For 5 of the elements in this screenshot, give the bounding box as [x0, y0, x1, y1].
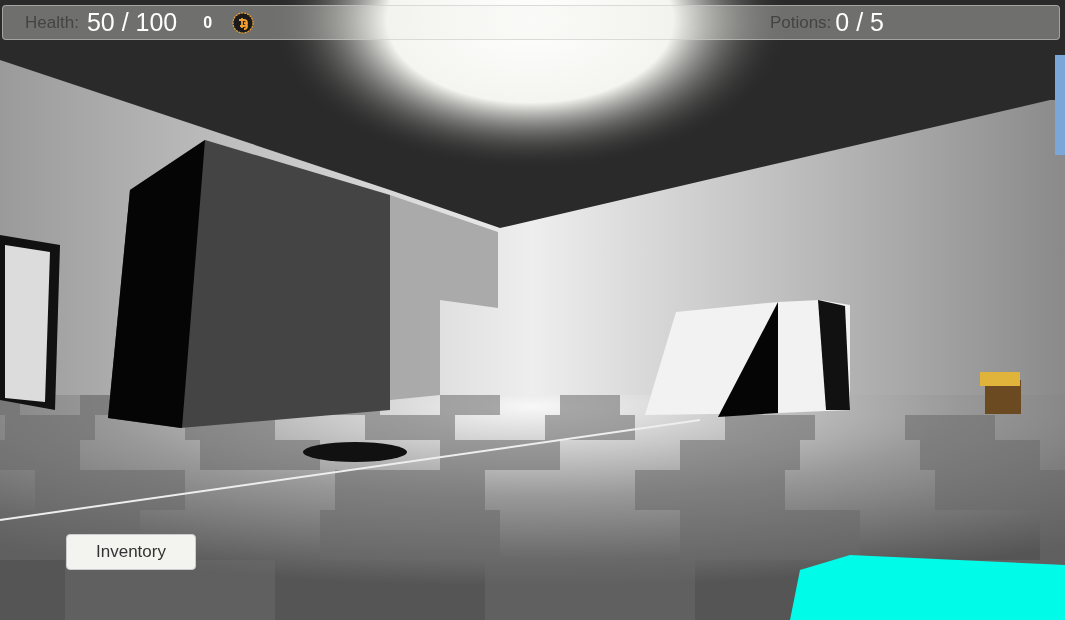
potions-value: 0 / 5: [835, 8, 884, 37]
coin-icon: [232, 11, 255, 34]
coin-count: 0: [203, 13, 213, 32]
inventory-button[interactable]: Inventory: [66, 534, 196, 570]
health-value: 50 / 100: [86, 8, 178, 37]
